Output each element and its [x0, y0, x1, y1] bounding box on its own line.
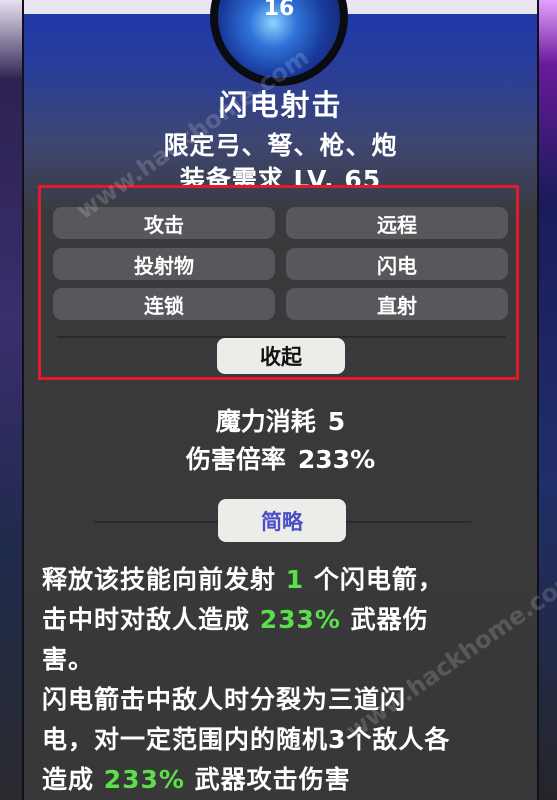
desc-line-1: 释放该技能向前发射 1 个闪电箭， [42, 565, 444, 594]
collapse-button[interactable]: 收起 [217, 338, 345, 374]
weapon-restriction: 限定弓、弩、枪、炮 [163, 131, 398, 160]
equip-requirement: 装备需求 LV. 65 [179, 165, 382, 186]
skill-orb-icon: 16 [210, 0, 348, 86]
mana-cost-label: 魔力消耗 [215, 407, 316, 436]
damage-multiplier-label: 伤害倍率 [185, 445, 286, 474]
damage-multiplier-row: 伤害倍率 233% [24, 440, 537, 476]
tag-attack: 攻击 [53, 207, 275, 239]
skill-title: 闪电射击 [218, 88, 343, 122]
skill-detail-panel: 16 闪电射击 限定弓、弩、枪、炮 装备需求 LV. 65 攻击 远程 投射物 … [22, 0, 557, 800]
tag-ranged: 远程 [286, 207, 508, 239]
desc-line-6: 造成 233% 武器攻击伤害 [42, 765, 351, 794]
desc-line-5: 电，对一定范围内的随机3个敌人各 [42, 725, 451, 754]
skill-description: 释放该技能向前发射 1 个闪电箭， 击中时对敌人造成 233% 武器伤 害。 闪… [42, 560, 512, 800]
tag-direct: 直射 [286, 288, 508, 320]
summary-toggle-button[interactable]: 简略 [218, 499, 346, 542]
damage-multiplier-value: 233% [297, 445, 376, 474]
tag-lightning: 闪电 [286, 248, 508, 280]
desc-line-3: 害。 [42, 645, 95, 674]
mana-cost-row: 魔力消耗 5 [24, 402, 537, 438]
summary-divider-left [94, 521, 219, 523]
desc-line-4: 闪电箭击中敌人时分裂为三道闪 [42, 685, 407, 714]
left-background-edge [0, 0, 22, 800]
desc-line-2: 击中时对敌人造成 233% 武器伤 [42, 605, 429, 634]
skill-level-badge: 16 [263, 0, 295, 21]
tags-highlight-frame: 攻击 远程 投射物 闪电 连锁 直射 收起 [38, 185, 519, 380]
tag-chain: 连锁 [53, 288, 275, 320]
tag-projectile: 投射物 [53, 248, 275, 280]
mana-cost-value: 5 [327, 407, 346, 436]
summary-divider-right [346, 521, 471, 523]
